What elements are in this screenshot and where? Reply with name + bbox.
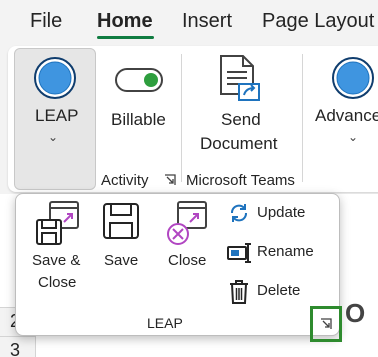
chevron-down-icon: ⌄ xyxy=(48,130,59,144)
tab-file[interactable]: File xyxy=(30,10,62,33)
dialog-launcher-icon[interactable] xyxy=(164,174,176,186)
activity-group-label: Activity xyxy=(101,172,149,189)
save-label[interactable]: Save xyxy=(104,250,138,272)
close-label[interactable]: Close xyxy=(168,250,206,272)
tab-insert[interactable]: Insert xyxy=(182,10,232,33)
row-number: 3 xyxy=(10,340,21,357)
active-tab-indicator xyxy=(97,36,154,39)
save-close-line1[interactable]: Save & xyxy=(32,250,80,272)
save-close-icon[interactable] xyxy=(34,200,84,248)
tab-page-layout[interactable]: Page Layout xyxy=(262,10,374,33)
tab-home[interactable]: Home xyxy=(97,10,153,33)
cell-text: O xyxy=(345,298,366,328)
chevron-down-icon: ⌄ xyxy=(348,130,359,144)
leap-group-label: LEAP xyxy=(147,315,183,331)
ribbon-tabs: File Home Insert Page Layout xyxy=(0,0,378,44)
send-label-line1[interactable]: Send xyxy=(221,110,261,130)
close-doc-icon[interactable] xyxy=(164,200,212,248)
rename-label[interactable]: Rename xyxy=(257,243,314,260)
leap-label: LEAP xyxy=(35,106,79,125)
highlight-box xyxy=(310,306,342,342)
advanced-label[interactable]: Advance xyxy=(315,106,378,126)
delete-label[interactable]: Delete xyxy=(257,282,300,299)
advanced-icon[interactable] xyxy=(331,56,375,100)
excel-window: File Home Insert Page Layout LEAP ⌄ Bill… xyxy=(0,0,378,357)
send-document-icon[interactable] xyxy=(215,54,263,104)
group-divider xyxy=(302,54,303,182)
leap-dropdown-panel: Save & Close Save Close Update Rename De… xyxy=(15,193,340,336)
trash-icon[interactable] xyxy=(228,279,250,305)
microsoft-teams-group-label: Microsoft Teams xyxy=(186,172,295,189)
group-divider xyxy=(181,54,182,182)
billable-toggle-icon[interactable] xyxy=(114,66,164,94)
billable-label[interactable]: Billable xyxy=(111,110,166,130)
row-header[interactable]: 3 xyxy=(0,336,36,357)
leap-icon xyxy=(34,57,76,99)
update-label[interactable]: Update xyxy=(257,204,305,221)
rename-icon[interactable] xyxy=(226,242,252,264)
save-close-line2[interactable]: Close xyxy=(38,272,76,294)
send-label-line2[interactable]: Document xyxy=(200,134,277,154)
refresh-icon[interactable] xyxy=(228,202,250,224)
save-icon[interactable] xyxy=(102,202,142,242)
